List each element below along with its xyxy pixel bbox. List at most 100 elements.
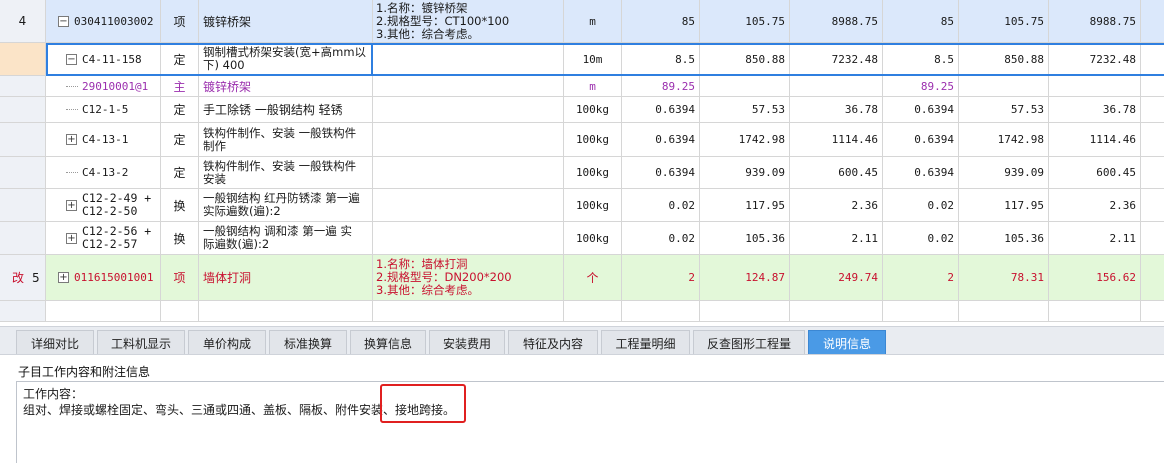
row-gutter [0, 76, 46, 96]
item-type: 主 [161, 76, 199, 96]
item-price: 124.87 [700, 255, 790, 300]
item-total: 7232.48 [790, 43, 883, 75]
expand-toggle[interactable]: + [58, 272, 69, 283]
table-row[interactable]: − C4-11-158 定 钢制槽式桥架安装(宽+高mm以 下) 400 10m… [0, 43, 1164, 76]
table-row[interactable]: 29010001@1 主 镀锌桥架 m 89.25 89.25 [0, 76, 1164, 97]
item-qty2: 0.6394 [883, 97, 959, 122]
item-name: 铁构件制作、安装 一般铁构件 制作 [199, 123, 373, 156]
tab-quantity-detail[interactable]: 工程量明细 [601, 330, 690, 355]
item-qty: 85 [622, 0, 700, 42]
table-row[interactable]: C12-1-5 定 手工除锈 一般钢结构 轻锈 100kg 0.6394 57.… [0, 97, 1164, 123]
tab-standard-conversion[interactable]: 标准换算 [269, 330, 347, 355]
item-price2: 850.88 [959, 43, 1049, 75]
item-price2: 939.09 [959, 157, 1049, 188]
item-total: 8988.75 [790, 0, 883, 42]
table-row-partial [0, 301, 1164, 322]
item-type: 定 [161, 97, 199, 122]
tab-labor-material[interactable]: 工料机显示 [97, 330, 185, 355]
item-type: 换 [161, 189, 199, 221]
table-row[interactable]: + C12-2-56 + C12-2-57 换 一般钢结构 调和漆 第一遍 实 … [0, 222, 1164, 255]
item-total [790, 76, 883, 96]
item-type: 换 [161, 222, 199, 254]
item-total2: 36.78 [1049, 97, 1141, 122]
item-unit: 100kg [564, 97, 622, 122]
item-feature [373, 222, 564, 254]
item-qty: 0.02 [622, 189, 700, 221]
row-code-cell: + C12-2-49 + C12-2-50 [46, 189, 161, 221]
item-qty: 0.6394 [622, 123, 700, 156]
item-unit: 个 [564, 255, 622, 300]
tab-graphic-quantity[interactable]: 反查图形工程量 [693, 330, 805, 355]
item-total2: 8988.75 [1049, 0, 1141, 42]
table-row[interactable]: 改 5 + 011615001001 项 墙体打洞 1.名称：墙体打洞 2.规格… [0, 255, 1164, 301]
expand-toggle[interactable]: + [66, 134, 77, 145]
bottom-tab-bar: 详细对比 工料机显示 单价构成 标准换算 换算信息 安装费用 特征及内容 工程量… [0, 326, 1164, 355]
item-total: 1114.46 [790, 123, 883, 156]
panel-title: 子目工作内容和附注信息 [18, 365, 151, 379]
item-code: C12-2-49 + C12-2-50 [82, 191, 152, 218]
table-row[interactable]: C4-13-2 定 铁构件制作、安装 一般铁构件 安装 100kg 0.6394… [0, 157, 1164, 189]
item-total: 600.45 [790, 157, 883, 188]
item-price: 105.36 [700, 222, 790, 254]
row-number: 改 5 [0, 255, 46, 300]
row-code-cell: 29010001@1 [46, 76, 161, 96]
item-price: 939.09 [700, 157, 790, 188]
item-total2: 2.11 [1049, 222, 1141, 254]
row-gutter [0, 157, 46, 188]
item-feature [373, 189, 564, 221]
work-content-box[interactable]: 工作内容： 组对、焊接或螺栓固定、弯头、三通或四通、盖板、隔板、附件安装、接地跨… [16, 381, 1164, 463]
row-code-cell: + C12-2-56 + C12-2-57 [46, 222, 161, 254]
item-unit: m [564, 76, 622, 96]
table-row[interactable]: 4 − 030411003002 项 镀锌桥架 1.名称：镀锌桥架 2.规格型号… [0, 0, 1164, 43]
tab-install-fee[interactable]: 安装费用 [429, 330, 505, 355]
collapse-toggle[interactable]: − [58, 15, 69, 27]
item-qty: 0.6394 [622, 97, 700, 122]
row-code-cell: + C4-13-1 [46, 123, 161, 156]
work-content-label: 工作内容： [23, 387, 84, 401]
item-name: 手工除锈 一般钢结构 轻锈 [199, 97, 373, 122]
tab-detail-compare[interactable]: 详细对比 [16, 330, 94, 355]
item-total2: 7232.48 [1049, 43, 1141, 75]
collapse-toggle[interactable]: − [66, 53, 77, 65]
item-total: 249.74 [790, 255, 883, 300]
tab-description-info[interactable]: 说明信息 [808, 330, 886, 355]
item-type: 定 [161, 43, 199, 75]
expand-toggle[interactable]: + [66, 232, 77, 244]
item-code: C12-2-56 + C12-2-57 [82, 224, 152, 251]
description-panel: 子目工作内容和附注信息 工作内容： 组对、焊接或螺栓固定、弯头、三通或四通、盖板… [0, 354, 1164, 463]
row-gutter [0, 123, 46, 156]
item-price2: 117.95 [959, 189, 1049, 221]
bill-grid: 4 − 030411003002 项 镀锌桥架 1.名称：镀锌桥架 2.规格型号… [0, 0, 1164, 322]
item-total2: 600.45 [1049, 157, 1141, 188]
item-feature [373, 123, 564, 156]
row-code-cell: − C4-11-158 [46, 43, 161, 75]
item-feature [373, 43, 564, 75]
item-price2: 105.75 [959, 0, 1049, 42]
expand-toggle[interactable]: + [66, 199, 77, 211]
item-qty2: 0.02 [883, 222, 959, 254]
table-row[interactable]: + C12-2-49 + C12-2-50 换 一般钢结构 红丹防锈漆 第一遍 … [0, 189, 1164, 222]
item-code: C4-13-2 [82, 166, 129, 179]
item-name: 镀锌桥架 [199, 76, 373, 96]
item-qty: 8.5 [622, 43, 700, 75]
item-unit: 100kg [564, 123, 622, 156]
item-name[interactable]: 钢制槽式桥架安装(宽+高mm以 下) 400 [199, 43, 373, 75]
item-total2 [1049, 76, 1141, 96]
item-code: 030411003002 [74, 14, 154, 28]
row-gutter [0, 222, 46, 254]
row-number: 4 [0, 0, 46, 42]
item-qty2: 8.5 [883, 43, 959, 75]
tab-unit-price[interactable]: 单价构成 [188, 330, 266, 355]
table-row[interactable]: + C4-13-1 定 铁构件制作、安装 一般铁构件 制作 100kg 0.63… [0, 123, 1164, 157]
row-gutter [0, 43, 46, 75]
row-gutter [0, 189, 46, 221]
tab-conversion-info[interactable]: 换算信息 [350, 330, 426, 355]
item-price2: 78.31 [959, 255, 1049, 300]
item-name: 一般钢结构 调和漆 第一遍 实 际遍数(遍):2 [199, 222, 373, 254]
modified-mark: 改 [12, 271, 25, 285]
item-name: 一般钢结构 红丹防锈漆 第一遍 实际遍数(遍):2 [199, 189, 373, 221]
item-code: 011615001001 [74, 271, 154, 284]
item-price: 117.95 [700, 189, 790, 221]
tab-features[interactable]: 特征及内容 [508, 330, 598, 355]
item-price2 [959, 76, 1049, 96]
